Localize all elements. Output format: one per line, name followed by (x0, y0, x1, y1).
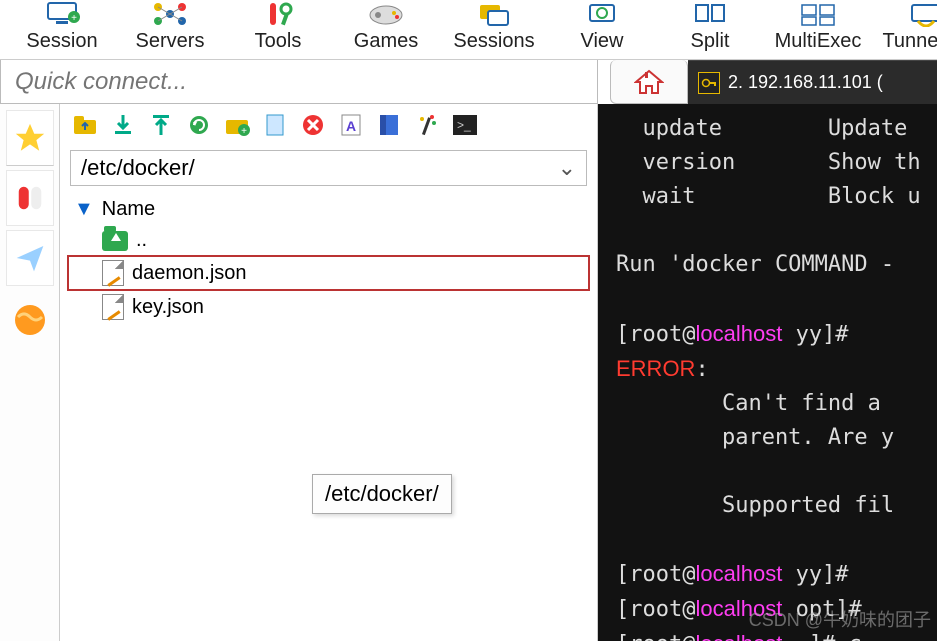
servers-icon (148, 0, 192, 28)
file-row[interactable]: daemon.json (68, 256, 589, 290)
left-sidebar (0, 104, 60, 641)
tree-header-label: Name (102, 198, 155, 221)
split-icon (688, 0, 732, 28)
toolbar-label: Tools (255, 30, 302, 53)
path-text: /etc/docker/ (81, 155, 195, 181)
sidebar-globe[interactable] (6, 296, 54, 344)
quick-connect-tab[interactable] (0, 60, 598, 104)
caret-down-icon: ▼ (74, 198, 94, 221)
file-icon (102, 294, 124, 320)
watermark: CSDN @牛奶味的团子 (749, 607, 931, 635)
text-mode-icon: A (340, 113, 362, 142)
new-folder-icon: + (224, 114, 250, 141)
terminal-output[interactable]: update Update version Show th wait Block… (598, 104, 937, 641)
main-toolbar: + Session Servers Tools Games Sessions View Spl… (0, 0, 937, 60)
toolbar-label: Session (26, 30, 97, 53)
magic-button[interactable] (412, 112, 442, 142)
file-toolbar: + A >_ (60, 104, 597, 150)
file-tree: ▼ Name .. daemon.json key.json (60, 190, 597, 328)
toolbar-split[interactable]: Split (656, 0, 764, 53)
new-file-button[interactable] (260, 112, 290, 142)
terminal-button[interactable]: >_ (450, 112, 480, 142)
games-icon (364, 0, 408, 28)
tools-icon (15, 183, 45, 213)
toolbar-sessions[interactable]: Sessions (440, 0, 548, 53)
toolbar-session[interactable]: + Session (8, 0, 116, 53)
toolbar-label: Split (691, 30, 730, 53)
toolbar-view[interactable]: View (548, 0, 656, 53)
toolbar-label: Sessions (453, 30, 534, 53)
magic-icon (416, 113, 438, 142)
paperplane-icon (14, 242, 46, 274)
new-folder-button[interactable]: + (222, 112, 252, 142)
upload-button[interactable] (146, 112, 176, 142)
star-icon (13, 121, 47, 155)
multiexec-icon (796, 0, 840, 28)
chevron-down-icon[interactable]: ⌄ (558, 155, 576, 181)
quick-connect-input[interactable] (15, 68, 583, 96)
globe-icon (12, 302, 48, 338)
home-tab[interactable] (610, 60, 688, 104)
toolbar-games[interactable]: Games (332, 0, 440, 53)
home-icon (634, 69, 664, 95)
session-tab[interactable]: 2. 192.168.11.101 ( (688, 60, 937, 104)
tabs-row: 2. 192.168.11.101 ( (0, 60, 937, 104)
folder-up-icon (102, 231, 128, 251)
file-browser: + A >_ /etc/docker/ ⌄ ▼ Name .. daemon.jso… (60, 104, 598, 641)
svg-text:>_: >_ (457, 118, 471, 132)
sessions-icon (472, 0, 516, 28)
toolbar-label: Games (354, 30, 418, 53)
toolbar-label: Servers (136, 30, 205, 53)
view-icon (580, 0, 624, 28)
properties-icon (378, 113, 400, 142)
svg-text:+: + (241, 126, 247, 136)
sidebar-send[interactable] (6, 230, 54, 286)
download-icon (113, 113, 133, 142)
key-icon (698, 72, 720, 94)
refresh-icon (187, 113, 211, 142)
delete-button[interactable] (298, 112, 328, 142)
toolbar-multiexec[interactable]: MultiExec (764, 0, 872, 53)
file-row[interactable]: key.json (68, 290, 589, 324)
upload-icon (151, 113, 171, 142)
text-mode-button[interactable]: A (336, 112, 366, 142)
toolbar-label: View (581, 30, 624, 53)
download-button[interactable] (108, 112, 138, 142)
sidebar-tools[interactable] (6, 170, 54, 226)
refresh-button[interactable] (184, 112, 214, 142)
path-tooltip: /etc/docker/ (312, 474, 452, 514)
toolbar-label: Tunneling (882, 30, 937, 53)
toolbar-tools[interactable]: Tools (224, 0, 332, 53)
tunneling-icon (904, 0, 937, 28)
toolbar-label: MultiExec (775, 30, 862, 53)
tree-header[interactable]: ▼ Name (68, 194, 589, 225)
path-bar[interactable]: /etc/docker/ ⌄ (70, 150, 587, 186)
main-area: + A >_ /etc/docker/ ⌄ ▼ Name .. daemon.jso… (0, 104, 937, 641)
folder-up-icon (72, 114, 98, 141)
svg-text:A: A (346, 118, 356, 134)
properties-button[interactable] (374, 112, 404, 142)
session-icon: + (40, 0, 84, 28)
tools-icon (256, 0, 300, 28)
toolbar-tunneling[interactable]: Tunneling (872, 0, 937, 53)
session-tab-label: 2. 192.168.11.101 ( (728, 72, 883, 93)
sidebar-favorites[interactable] (6, 110, 54, 166)
file-name: daemon.json (132, 262, 247, 285)
toolbar-servers[interactable]: Servers (116, 0, 224, 53)
parent-dir-row[interactable]: .. (68, 225, 589, 256)
file-icon (102, 260, 124, 286)
svg-text:+: + (71, 13, 77, 24)
file-name: key.json (132, 296, 204, 319)
new-file-icon (265, 113, 285, 142)
delete-icon (301, 113, 325, 142)
terminal-icon: >_ (453, 115, 477, 140)
parent-dir-label: .. (136, 229, 147, 252)
folder-up-button[interactable] (70, 112, 100, 142)
